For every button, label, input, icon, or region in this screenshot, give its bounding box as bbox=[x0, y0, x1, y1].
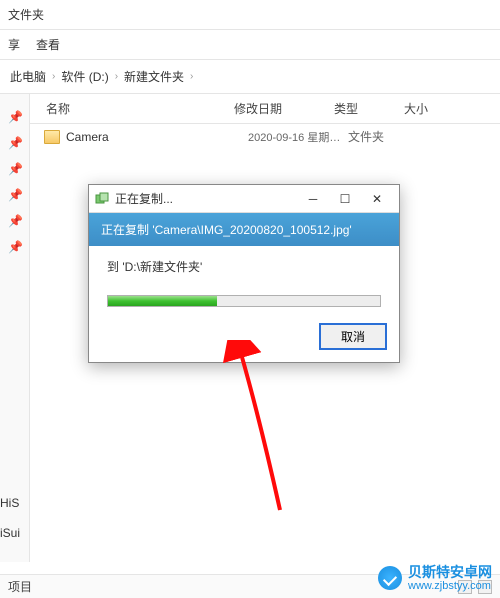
watermark: 贝斯特安卓网 www.zjbstyy.com bbox=[378, 565, 492, 592]
progress-bar bbox=[107, 295, 381, 307]
minimize-button[interactable]: ─ bbox=[297, 186, 329, 212]
pin-icon[interactable]: 📌 bbox=[0, 182, 29, 208]
column-date[interactable]: 修改日期 bbox=[234, 100, 334, 117]
column-type[interactable]: 类型 bbox=[334, 100, 404, 117]
pin-icon[interactable]: 📌 bbox=[0, 130, 29, 156]
progress-fill bbox=[108, 296, 217, 306]
breadcrumb-sep-icon: › bbox=[115, 71, 118, 82]
row-type: 文件夹 bbox=[348, 128, 418, 145]
folder-icon bbox=[44, 130, 60, 144]
copy-dialog: 正在复制... ─ ☐ ✕ 正在复制 'Camera\IMG_20200820_… bbox=[88, 184, 400, 363]
toolbar-view[interactable]: 查看 bbox=[36, 36, 60, 53]
status-items: 项目 bbox=[8, 578, 32, 595]
close-button[interactable]: ✕ bbox=[361, 186, 393, 212]
dialog-banner: 正在复制 'Camera\IMG_20200820_100512.jpg' bbox=[89, 213, 399, 246]
column-name[interactable]: 名称 bbox=[34, 100, 234, 117]
dialog-title: 正在复制... bbox=[115, 190, 173, 207]
window-title: 文件夹 bbox=[0, 0, 500, 30]
sidebar-bottom-items: HiS iSui bbox=[0, 488, 20, 548]
sidebar-item[interactable]: HiS bbox=[0, 488, 20, 518]
pin-icon[interactable]: 📌 bbox=[0, 208, 29, 234]
row-date: 2020-09-16 星期… bbox=[248, 129, 348, 145]
breadcrumb-sep-icon: › bbox=[190, 71, 193, 82]
dialog-titlebar[interactable]: 正在复制... ─ ☐ ✕ bbox=[89, 185, 399, 213]
pin-icon[interactable]: 📌 bbox=[0, 234, 29, 260]
breadcrumb-sep-icon: › bbox=[52, 71, 55, 82]
breadcrumb-folder[interactable]: 新建文件夹 bbox=[124, 68, 184, 85]
row-name: Camera bbox=[66, 130, 248, 144]
column-size[interactable]: 大小 bbox=[404, 100, 496, 117]
watermark-logo-icon bbox=[378, 566, 402, 590]
breadcrumb-root[interactable]: 此电脑 bbox=[10, 68, 46, 85]
copy-icon bbox=[95, 192, 109, 206]
watermark-name: 贝斯特安卓网 bbox=[408, 565, 492, 580]
breadcrumb-drive[interactable]: 软件 (D:) bbox=[61, 68, 108, 85]
sidebar-item[interactable]: iSui bbox=[0, 518, 20, 548]
column-headers: 名称 修改日期 类型 大小 bbox=[30, 94, 500, 124]
maximize-button[interactable]: ☐ bbox=[329, 186, 361, 212]
cancel-button[interactable]: 取消 bbox=[319, 323, 387, 350]
breadcrumb[interactable]: 此电脑 › 软件 (D:) › 新建文件夹 › bbox=[0, 60, 500, 94]
toolbar-share[interactable]: 享 bbox=[8, 36, 20, 53]
pin-icon[interactable]: 📌 bbox=[0, 104, 29, 130]
pin-icon[interactable]: 📌 bbox=[0, 156, 29, 182]
toolbar: 享 查看 bbox=[0, 30, 500, 60]
watermark-url: www.zjbstyy.com bbox=[408, 580, 492, 592]
destination-text: 到 'D:\新建文件夹' bbox=[107, 258, 381, 275]
table-row[interactable]: Camera 2020-09-16 星期… 文件夹 bbox=[30, 124, 500, 149]
